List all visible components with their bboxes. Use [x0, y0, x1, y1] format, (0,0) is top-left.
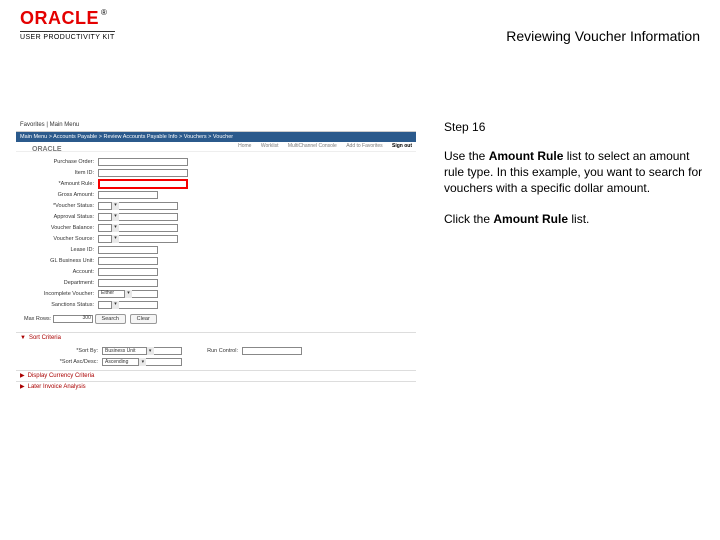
nav-home[interactable]: Home — [238, 143, 251, 149]
brand-text: ORACLE — [20, 8, 99, 28]
nav-multichannel[interactable]: MultiChannel Console — [288, 143, 337, 149]
section-display-currency[interactable]: ▶Display Currency Criteria — [16, 370, 416, 382]
approval-status-select[interactable]: ▾ — [98, 213, 178, 221]
application-screenshot: Favorites | Main Menu Main Menu > Accoun… — [16, 120, 416, 393]
label-lease-id: Lease ID: — [20, 247, 98, 253]
department-input[interactable] — [98, 279, 158, 287]
label-account: Account: — [20, 269, 98, 275]
mini-topnav: Favorites | Main Menu — [16, 120, 416, 132]
chevron-down-icon: ▾ — [124, 290, 132, 298]
instruction-panel: Step 16 Use the Amount Rule list to sele… — [444, 120, 704, 241]
label-sort-asc: *Sort Asc/Desc: — [24, 359, 102, 365]
account-input[interactable] — [98, 268, 158, 276]
button-row: Max Rows: 300 Search Clear — [20, 310, 412, 328]
label-incomplete-voucher: Incomplete Voucher: — [20, 291, 98, 297]
label-sort-by: *Sort By: — [24, 348, 102, 354]
incomplete-voucher-select[interactable]: Either▾ — [98, 290, 158, 298]
chevron-down-icon: ▾ — [111, 202, 119, 210]
label-run-control: Run Control: — [182, 348, 242, 354]
label-department: Department: — [20, 280, 98, 286]
label-voucher-source: Voucher Source: — [20, 236, 98, 242]
sort-by-select[interactable]: Business Unit▾ — [102, 347, 182, 355]
nav-worklist[interactable]: Worklist — [261, 143, 279, 149]
chevron-down-icon: ▾ — [111, 301, 119, 309]
voucher-balance-select[interactable]: ▾ — [98, 224, 178, 232]
chevron-down-icon: ▾ — [111, 213, 119, 221]
triangle-down-icon: ▼ — [20, 335, 26, 341]
trademark: ® — [101, 8, 107, 17]
label-gl-business-unit: GL Business Unit: — [20, 258, 98, 264]
search-form: Purchase Order: Item ID: *Amount Rule: G… — [16, 152, 416, 332]
section-later-invoice[interactable]: ▶Later Invoice Analysis — [16, 381, 416, 393]
section-sort-criteria[interactable]: ▼Sort Criteria — [16, 332, 416, 344]
label-voucher-status: *Voucher Status: — [20, 203, 98, 209]
label-voucher-balance: Voucher Balance: — [20, 225, 98, 231]
label-purchase-order: Purchase Order: — [20, 159, 98, 165]
clear-button[interactable]: Clear — [130, 314, 157, 324]
sanctions-status-select[interactable]: ▾ — [98, 301, 158, 309]
upk-subtitle: USER PRODUCTIVITY KIT — [20, 31, 115, 41]
chevron-down-icon: ▾ — [111, 235, 119, 243]
triangle-right-icon: ▶ — [20, 384, 25, 390]
voucher-source-select[interactable]: ▾ — [98, 235, 178, 243]
step-label: Step 16 — [444, 120, 704, 134]
oracle-logo: ORACLE® USER PRODUCTIVITY KIT — [20, 8, 115, 41]
triangle-right-icon: ▶ — [20, 373, 25, 379]
chevron-down-icon: ▾ — [146, 347, 154, 355]
sort-asc-select[interactable]: Ascending▾ — [102, 358, 182, 366]
label-sanctions-status: Sanctions Status: — [20, 302, 98, 308]
label-approval-status: Approval Status: — [20, 214, 98, 220]
max-rows-input[interactable]: 300 — [53, 315, 93, 323]
instruction-action: Click the Amount Rule list. — [444, 211, 704, 227]
label-item-id: Item ID: — [20, 170, 98, 176]
gl-bu-input[interactable] — [98, 257, 158, 265]
amount-rule-select[interactable] — [98, 179, 188, 189]
mini-subnav: ORACLE Home Worklist MultiChannel Consol… — [16, 142, 416, 153]
label-max-rows: Max Rows: — [24, 316, 51, 322]
item-id-input[interactable] — [98, 169, 188, 177]
mini-oracle-brand: ORACLE — [28, 144, 66, 156]
chevron-down-icon: ▾ — [138, 358, 146, 366]
lease-id-input[interactable] — [98, 246, 158, 254]
search-button[interactable]: Search — [95, 314, 126, 324]
sort-criteria-body: *Sort By: Business Unit▾ Run Control: *S… — [16, 344, 416, 370]
chevron-down-icon: ▾ — [111, 224, 119, 232]
purchase-order-input[interactable] — [98, 158, 188, 166]
run-control-input[interactable] — [242, 347, 302, 355]
nav-signout[interactable]: Sign out — [392, 143, 412, 149]
gross-amount-input[interactable] — [98, 191, 158, 199]
voucher-status-select[interactable]: ▾ — [98, 202, 178, 210]
label-amount-rule: *Amount Rule: — [20, 181, 98, 187]
instruction-body: Use the Amount Rule list to select an am… — [444, 148, 704, 197]
breadcrumb: Main Menu > Accounts Payable > Review Ac… — [16, 132, 416, 142]
label-gross-amount: Gross Amount: — [20, 192, 98, 198]
nav-favorites[interactable]: Add to Favorites — [346, 143, 382, 149]
page-title: Reviewing Voucher Information — [506, 28, 700, 44]
